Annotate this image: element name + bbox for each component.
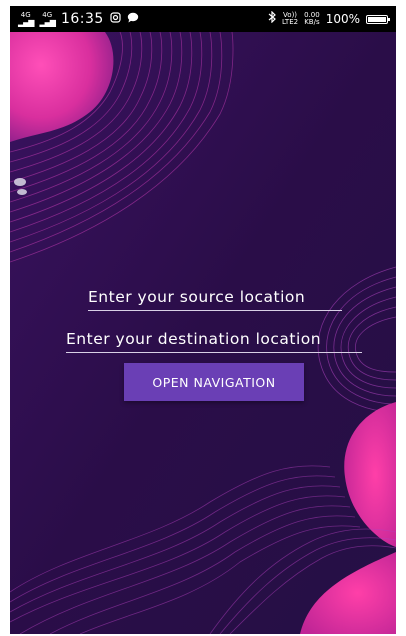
battery-percent: 100% (325, 12, 360, 26)
status-left: 4G ▂▄▆ 4G ▂▄▆ 16:35 (18, 11, 139, 27)
signal-icon: ▂▄▆ (18, 17, 35, 27)
network-speed: 0.00 KB/s (304, 12, 320, 26)
phone-screen: 4G ▂▄▆ 4G ▂▄▆ 16:35 Vo)) LTE2 0.00 KB/s … (10, 6, 396, 634)
instagram-icon (110, 11, 121, 27)
signal-icon-2: ▂▄▆ (39, 17, 56, 27)
status-bar: 4G ▂▄▆ 4G ▂▄▆ 16:35 Vo)) LTE2 0.00 KB/s … (10, 6, 396, 32)
network-indicator-2: 4G ▂▄▆ (39, 11, 56, 27)
clock: 16:35 (60, 11, 104, 27)
volte-bottom: LTE2 (282, 18, 299, 26)
status-right: Vo)) LTE2 0.00 KB/s 100% (268, 10, 390, 27)
bluetooth-icon (268, 10, 276, 27)
open-navigation-button[interactable]: OPEN NAVIGATION (124, 363, 304, 401)
battery-icon (366, 14, 390, 24)
destination-location-input[interactable]: Enter your destination location (66, 330, 362, 353)
network-indicator-1: 4G ▂▄▆ (18, 11, 35, 27)
speed-unit: KB/s (304, 18, 320, 26)
source-location-input[interactable]: Enter your source location (88, 288, 342, 311)
volte-indicator: Vo)) LTE2 (282, 12, 298, 26)
navigation-form: Enter your source location Enter your de… (10, 6, 396, 634)
chat-bubble-icon (127, 12, 139, 27)
